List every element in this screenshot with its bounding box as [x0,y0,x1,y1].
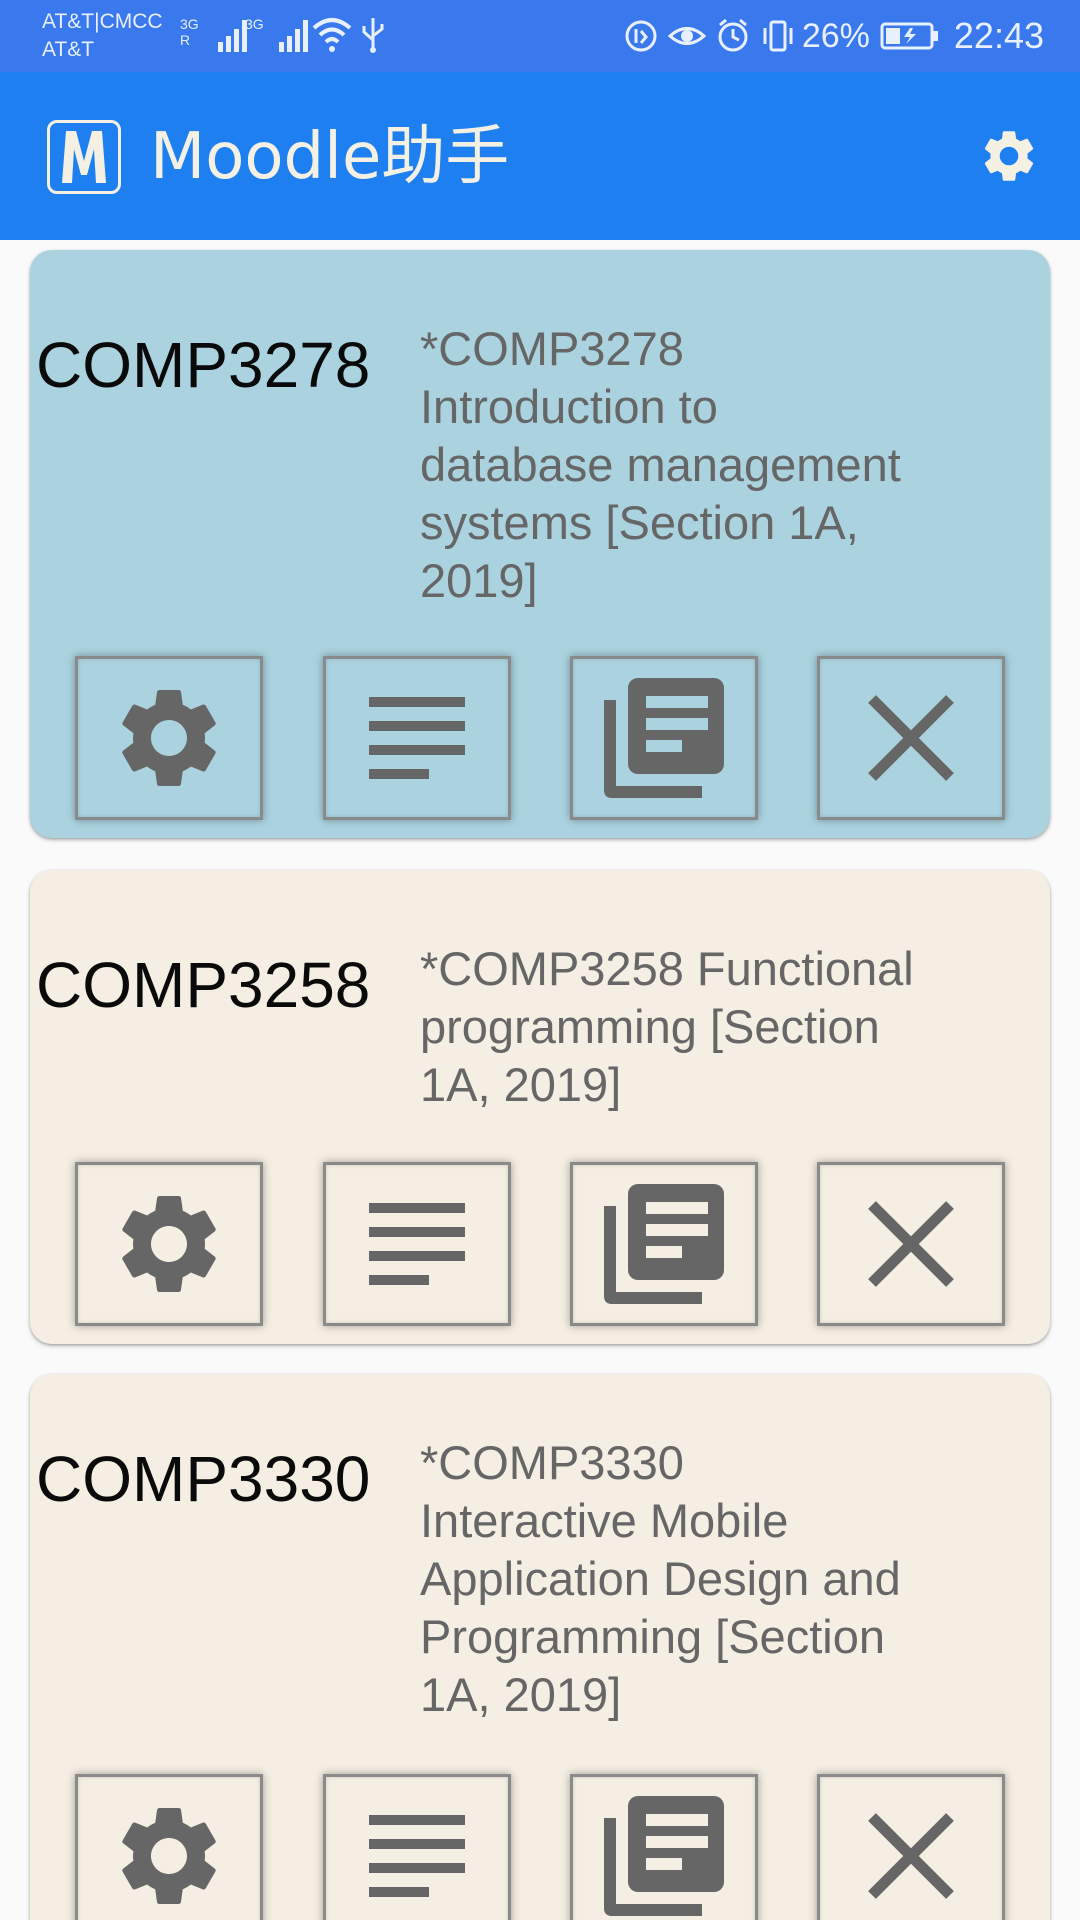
course-card[interactable]: COMP3258 *COMP3258 Functional programmin… [30,870,1050,1344]
clock: 22:43 [953,15,1044,56]
course-notes-button[interactable] [323,1774,511,1920]
notes-icon [369,1815,465,1897]
alarm-icon [716,18,750,54]
carrier-line-2: AT&T [42,38,95,61]
course-name-line: Programming [Section [420,1610,885,1663]
usb-icon [360,14,386,59]
library-icon [604,1184,724,1304]
carrier-label: AT&T|CMCC AT&T [42,8,163,64]
remove-course-button[interactable] [817,1162,1005,1326]
course-name-line: *COMP3278 [420,322,684,375]
vibrate-icon [760,18,796,54]
course-settings-button[interactable] [75,1162,263,1326]
gear-icon [984,131,1034,181]
wifi-icon [310,14,354,59]
carrier-line-1: AT&T|CMCC [42,10,163,33]
card-actions [75,656,1005,820]
course-resources-button[interactable] [570,656,758,820]
close-icon [868,695,954,781]
course-name-line: 1A, 2019] [420,1668,622,1721]
course-name: *COMP3278 Introduction to database manag… [420,320,980,610]
battery-charging-icon [880,21,940,51]
course-name-line: database management [420,438,901,491]
course-card[interactable]: COMP3278 *COMP3278 Introduction to datab… [30,250,1050,838]
app-bar: Moodle助手 [0,72,1080,240]
course-code: COMP3258 [36,949,371,1021]
gear-icon [122,1195,216,1292]
library-icon [604,1796,724,1916]
course-name: *COMP3258 Functional programming [Sectio… [420,940,980,1114]
course-name-line: *COMP3258 Functional [420,942,914,995]
course-settings-button[interactable] [75,656,263,820]
settings-button[interactable] [978,125,1040,187]
course-name-line: systems [Section 1A, [420,496,859,549]
data-saver-icon [624,19,658,53]
course-notes-button[interactable] [323,656,511,820]
card-actions [75,1162,1005,1326]
eye-comfort-icon [667,21,706,51]
course-name-line: 1A, 2019] [420,1058,622,1111]
course-name-line: programming [Section [420,1000,880,1053]
course-name-line: Introduction to [420,380,718,433]
course-name-line: Application Design and [420,1552,901,1605]
gear-icon [122,689,216,786]
notes-icon [369,1203,465,1285]
course-name-line: Interactive Mobile [420,1494,789,1547]
status-bar: AT&T|CMCC AT&T 3G R 3G 26% 22:43 [0,0,1080,72]
course-resources-button[interactable] [570,1162,758,1326]
course-resources-button[interactable] [570,1774,758,1920]
battery-percent: 26% [801,16,870,55]
course-name-line: 2019] [420,554,538,607]
course-code: COMP3278 [36,329,371,401]
notes-icon [369,697,465,779]
app-title: Moodle助手 [150,120,510,194]
course-name: *COMP3330 Interactive Mobile Application… [420,1434,980,1724]
card-actions [75,1774,1005,1920]
remove-course-button[interactable] [817,1774,1005,1920]
course-card[interactable]: COMP3330 *COMP3330 Interactive Mobile Ap… [30,1374,1050,1920]
app-logo [47,120,121,194]
gear-icon [122,1807,216,1904]
close-icon [868,1201,954,1287]
library-icon [604,678,724,798]
signal-type-label: 3G R [180,16,199,48]
close-icon [868,1813,954,1899]
status-icons: 26% 22:43 [614,12,1044,60]
course-code: COMP3330 [36,1443,371,1515]
course-notes-button[interactable] [323,1162,511,1326]
course-name-line: *COMP3330 [420,1436,684,1489]
course-settings-button[interactable] [75,1774,263,1920]
remove-course-button[interactable] [817,656,1005,820]
